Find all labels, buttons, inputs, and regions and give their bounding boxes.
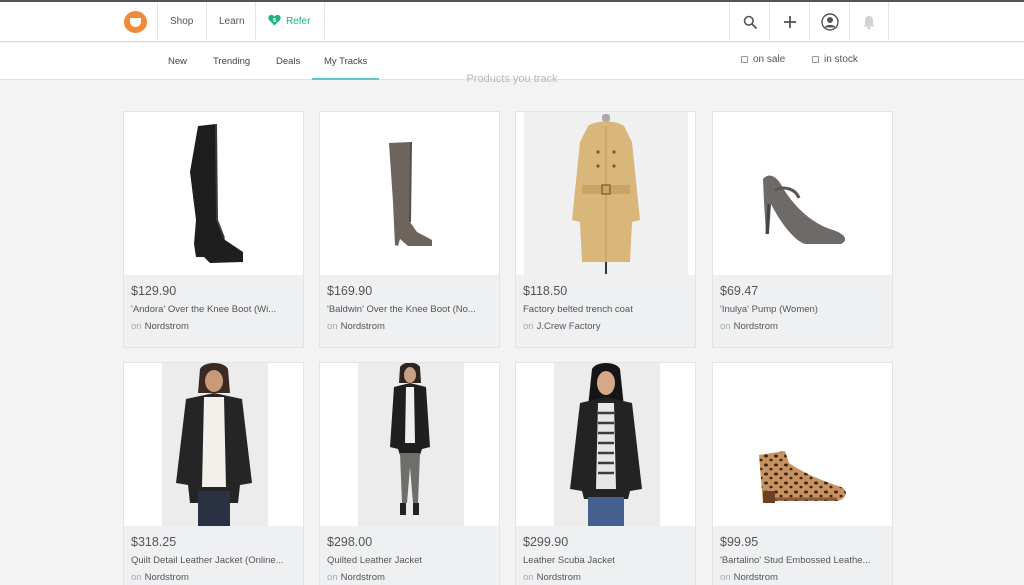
store-name[interactable]: Nordstrom <box>734 321 778 332</box>
product-price: $318.25 <box>131 535 177 549</box>
product-title[interactable]: Quilt Detail Leather Jacket (Online... <box>131 555 297 566</box>
product-info: $318.25 Quilt Detail Leather Jacket (Onl… <box>124 526 303 585</box>
product-card[interactable]: $129.90 'Andora' Over the Knee Boot (Wi.… <box>123 111 304 348</box>
product-card[interactable]: $299.90 Leather Scuba Jacket on Nordstrom <box>515 362 696 585</box>
product-title[interactable]: 'Bartalino' Stud Embossed Leathe... <box>720 555 886 566</box>
product-image[interactable] <box>713 363 892 526</box>
product-image[interactable] <box>320 363 499 526</box>
in-stock-filter[interactable]: in stock <box>812 54 858 65</box>
product-title[interactable]: Factory belted trench coat <box>523 304 689 315</box>
store-name[interactable]: Nordstrom <box>341 321 385 332</box>
product-store: on Nordstrom <box>327 572 385 583</box>
product-image[interactable] <box>124 112 303 275</box>
product-card[interactable]: $298.00 Quilted Leather Jacket on Nordstr… <box>319 362 500 585</box>
product-store: on Nordstrom <box>720 321 778 332</box>
product-image[interactable] <box>320 112 499 275</box>
product-price: $298.00 <box>327 535 373 549</box>
store-prefix: on <box>327 572 338 583</box>
tab-new-label: New <box>168 56 188 67</box>
section-title: Products you track <box>466 73 558 85</box>
plus-icon <box>783 16 796 28</box>
nav-learn[interactable]: Learn <box>206 2 257 42</box>
store-prefix: on <box>720 572 731 583</box>
store-prefix: on <box>720 321 731 332</box>
tab-my-tracks-label: My Tracks <box>324 56 368 67</box>
store-name[interactable]: Nordstrom <box>537 572 581 583</box>
product-price: $69.47 <box>720 284 759 298</box>
product-card[interactable]: $118.50 Factory belted trench coat on J.C… <box>515 111 696 348</box>
store-prefix: on <box>523 321 534 332</box>
product-price: $99.95 <box>720 535 759 549</box>
search-icon <box>743 15 757 29</box>
svg-text:$: $ <box>273 18 276 24</box>
top-navigation-bar: Shop Learn $ Refer <box>0 2 1024 42</box>
product-info: $169.90 'Baldwin' Over the Knee Boot (No… <box>320 275 499 347</box>
product-price: $299.90 <box>523 535 569 549</box>
in-stock-checkbox[interactable] <box>812 56 819 63</box>
product-info: $129.90 'Andora' Over the Knee Boot (Wi.… <box>124 275 303 347</box>
product-title[interactable]: 'Andora' Over the Knee Boot (Wi... <box>131 304 297 315</box>
product-image[interactable] <box>124 363 303 526</box>
product-image[interactable] <box>713 112 892 275</box>
user-icon <box>820 13 839 31</box>
store-name[interactable]: Nordstrom <box>734 572 778 583</box>
product-title[interactable]: 'Baldwin' Over the Knee Boot (No... <box>327 304 493 315</box>
product-card[interactable]: $318.25 Quilt Detail Leather Jacket (Onl… <box>123 362 304 585</box>
product-price: $129.90 <box>131 284 177 298</box>
store-name[interactable]: Nordstrom <box>341 572 385 583</box>
product-price: $118.50 <box>523 284 568 298</box>
product-store: on Nordstrom <box>131 321 189 332</box>
product-title[interactable]: 'Inulya' Pump (Women) <box>720 304 886 315</box>
store-name[interactable]: Nordstrom <box>145 321 189 332</box>
nav-learn-label: Learn <box>219 16 245 27</box>
store-prefix: on <box>523 572 534 583</box>
on-sale-filter[interactable]: on sale <box>741 54 785 65</box>
product-title[interactable]: Quilted Leather Jacket <box>327 555 493 566</box>
in-stock-label: in stock <box>824 54 858 65</box>
tab-trending-label: Trending <box>213 56 251 67</box>
on-sale-label: on sale <box>753 54 786 65</box>
product-card[interactable]: $69.47 'Inulya' Pump (Women) on Nordstrom <box>712 111 893 348</box>
product-title[interactable]: Leather Scuba Jacket <box>523 555 689 566</box>
nav-refer-label: Refer <box>286 16 311 27</box>
notifications-button[interactable] <box>849 2 889 42</box>
account-button[interactable] <box>809 2 849 42</box>
product-store: on Nordstrom <box>523 572 581 583</box>
product-image[interactable] <box>516 363 695 526</box>
product-store: on Nordstrom <box>131 572 189 583</box>
heart-dollar-icon: $ <box>268 14 281 26</box>
product-info: $69.47 'Inulya' Pump (Women) on Nordstrom <box>713 275 892 347</box>
product-price: $169.90 <box>327 284 373 298</box>
product-info: $118.50 Factory belted trench coat on J.C… <box>516 275 695 347</box>
product-card[interactable]: $99.95 'Bartalino' Stud Embossed Leathe.… <box>712 362 893 585</box>
add-button[interactable] <box>769 2 809 42</box>
tab-deals-label: Deals <box>276 56 301 67</box>
product-store: on Nordstrom <box>720 572 778 583</box>
brand-logo[interactable] <box>124 11 147 33</box>
product-store: on J.Crew Factory <box>523 321 600 332</box>
product-info: $298.00 Quilted Leather Jacket on Nordstr… <box>320 526 499 585</box>
product-card[interactable]: $169.90 'Baldwin' Over the Knee Boot (No… <box>319 111 500 348</box>
product-info: $99.95 'Bartalino' Stud Embossed Leathe.… <box>713 526 892 585</box>
search-button[interactable] <box>729 2 769 42</box>
product-store: on Nordstrom <box>327 321 385 332</box>
store-prefix: on <box>131 572 142 583</box>
nav-refer[interactable]: $ Refer <box>255 2 326 42</box>
product-info: $299.90 Leather Scuba Jacket on Nordstrom <box>516 526 695 585</box>
store-prefix: on <box>327 321 338 332</box>
bell-icon <box>863 15 875 30</box>
store-name[interactable]: Nordstrom <box>145 572 189 583</box>
nav-shop-label: Shop <box>170 16 194 27</box>
nav-shop[interactable]: Shop <box>157 2 205 42</box>
on-sale-checkbox[interactable] <box>741 56 748 63</box>
product-image[interactable] <box>516 112 695 275</box>
store-name[interactable]: J.Crew Factory <box>537 321 601 332</box>
store-prefix: on <box>131 321 142 332</box>
